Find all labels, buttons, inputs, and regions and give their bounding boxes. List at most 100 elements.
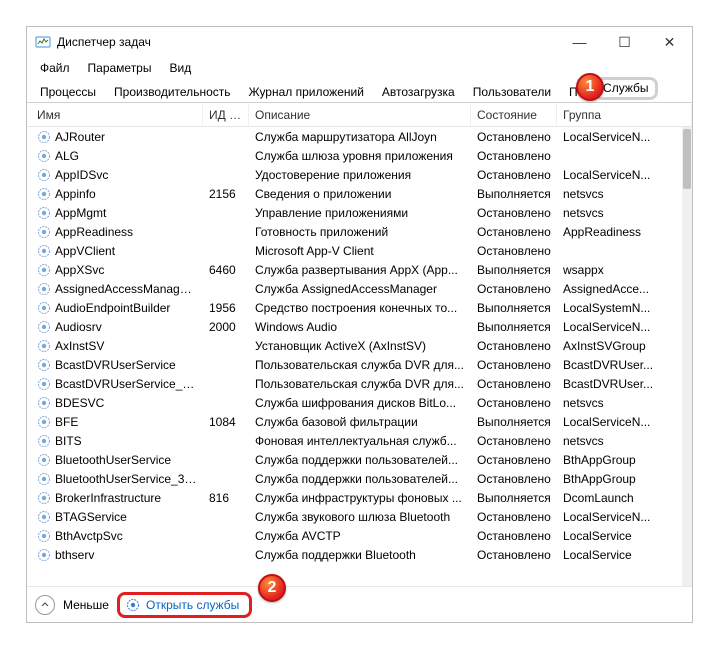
close-button[interactable]: ✕ [647, 27, 692, 57]
col-name[interactable]: Имя [31, 104, 203, 126]
table-row[interactable]: BFE1084Служба базовой фильтрацииВыполняе… [31, 412, 682, 431]
service-state: Выполняется [471, 415, 557, 429]
table-row[interactable]: BcastDVRUserService_34751Пользовательска… [31, 374, 682, 393]
table-row[interactable]: AppXSvc6460Служба развертывания AppX (Ap… [31, 260, 682, 279]
fewer-details-label[interactable]: Меньше [63, 598, 109, 612]
gear-icon [37, 339, 51, 353]
service-group: DcomLaunch [557, 491, 682, 505]
col-group[interactable]: Группа [557, 104, 692, 126]
table-row[interactable]: AppMgmtУправление приложениямиОстановлен… [31, 203, 682, 222]
service-state: Остановлено [471, 510, 557, 524]
service-name: AxInstSV [55, 339, 104, 353]
service-name: BluetoothUserService [55, 453, 171, 467]
table-row[interactable]: Audiosrv2000Windows AudioВыполняетсяLoca… [31, 317, 682, 336]
service-desc: Microsoft App-V Client [249, 244, 471, 258]
table-row[interactable]: BITSФоновая интеллектуальная служб...Ост… [31, 431, 682, 450]
task-manager-window: Диспетчер задач — ☐ ✕ Файл Параметры Вид… [26, 26, 693, 623]
service-group: AppReadiness [557, 225, 682, 239]
service-state: Остановлено [471, 377, 557, 391]
service-state: Выполняется [471, 491, 557, 505]
service-name: BcastDVRUserService_34751 [55, 377, 203, 391]
service-name: BDESVC [55, 396, 104, 410]
service-group: BthAppGroup [557, 453, 682, 467]
table-row[interactable]: AJRouterСлужба маршрутизатора AllJoynОст… [31, 127, 682, 146]
service-desc: Готовность приложений [249, 225, 471, 239]
table-row[interactable]: BluetoothUserService Служба поддержки пол… [31, 450, 682, 469]
service-name: Audiosrv [55, 320, 102, 334]
tab-performance[interactable]: Производительность [105, 80, 239, 103]
table-row[interactable]: AppIDSvcУдостоверение приложенияОстановл… [31, 165, 682, 184]
service-pid: 6460 [203, 263, 249, 277]
service-desc: Сведения о приложении [249, 187, 471, 201]
service-state: Остановлено [471, 358, 557, 372]
chevron-up-icon [41, 601, 49, 609]
table-row[interactable]: bthservСлужба поддержки BluetoothОстанов… [31, 545, 682, 564]
table-row[interactable]: BrokerInfrastructure816Служба инфраструк… [31, 488, 682, 507]
table-row[interactable]: BthAvctpSvcСлужба AVCTPОстановленоLocalS… [31, 526, 682, 545]
table-row[interactable]: BluetoothUserService_34751Служба поддерж… [31, 469, 682, 488]
menu-file[interactable]: Файл [31, 58, 79, 78]
maximize-button[interactable]: ☐ [602, 27, 647, 57]
service-desc: Служба маршрутизатора AllJoyn [249, 130, 471, 144]
table-row[interactable]: AppVClientMicrosoft App-V ClientОстановл… [31, 241, 682, 260]
service-name: BTAGService [55, 510, 127, 524]
service-group: LocalServiceN... [557, 510, 682, 524]
gear-icon [37, 548, 51, 562]
service-state: Остановлено [471, 434, 557, 448]
service-group: LocalServiceN... [557, 320, 682, 334]
service-group: netsvcs [557, 434, 682, 448]
service-name: AudioEndpointBuilder [55, 301, 170, 315]
table-row[interactable]: ALGСлужба шлюза уровня приложенияОстанов… [31, 146, 682, 165]
col-desc[interactable]: Описание [249, 104, 471, 126]
tab-startup[interactable]: Автозагрузка [373, 80, 464, 103]
table-row[interactable]: AudioEndpointBuilder1956Средство построе… [31, 298, 682, 317]
gear-icon [37, 396, 51, 410]
table-row[interactable]: BcastDVRUserServiceПользовательская служ… [31, 355, 682, 374]
service-group: BcastDVRUser... [557, 377, 682, 391]
service-name: Appinfo [55, 187, 96, 201]
service-desc: Служба инфраструктуры фоновых ... [249, 491, 471, 505]
service-group: BcastDVRUser... [557, 358, 682, 372]
service-pid: 2156 [203, 187, 249, 201]
service-name: BluetoothUserService_34751 [55, 472, 203, 486]
table-row[interactable]: AssignedAccessManagerSvc Служба AssignedA… [31, 279, 682, 298]
service-group: LocalService [557, 529, 682, 543]
open-services-link[interactable]: Открыть службы [117, 592, 252, 618]
column-headers: Имя ИД п... Описание Состояние Группа [27, 103, 692, 127]
menu-view[interactable]: Вид [160, 58, 200, 78]
table-row[interactable]: BDESVCСлужба шифрования дисков BitLo...О… [31, 393, 682, 412]
col-state[interactable]: Состояние [471, 104, 557, 126]
scroll-thumb[interactable] [683, 129, 691, 189]
table-row[interactable]: AppReadinessГотовность приложенийОстанов… [31, 222, 682, 241]
gear-icon [37, 301, 51, 315]
service-desc: Служба поддержки пользователей... [249, 453, 471, 467]
gear-icon [37, 320, 51, 334]
service-state: Остановлено [471, 244, 557, 258]
table-row[interactable]: BTAGService Служба звукового шлюза Blueto… [31, 507, 682, 526]
service-name: AssignedAccessManagerSvc [55, 282, 203, 296]
menu-options[interactable]: Параметры [79, 58, 161, 78]
col-pid[interactable]: ИД п... [203, 104, 249, 126]
table-row[interactable]: AxInstSVУстановщик ActiveX (AxInstSV)Ост… [31, 336, 682, 355]
service-name: BthAvctpSvc [55, 529, 123, 543]
minimize-button[interactable]: — [557, 27, 602, 57]
service-name: BrokerInfrastructure [55, 491, 161, 505]
service-group: wsappx [557, 263, 682, 277]
service-desc: Служба AssignedAccessManager [249, 282, 471, 296]
collapse-button[interactable] [35, 595, 55, 615]
gear-icon [37, 434, 51, 448]
gear-icon [37, 206, 51, 220]
service-desc: Служба звукового шлюза Bluetooth [249, 510, 471, 524]
service-group: netsvcs [557, 396, 682, 410]
vertical-scrollbar[interactable] [682, 127, 692, 586]
gear-icon [37, 149, 51, 163]
gear-icon [37, 510, 51, 524]
service-name: ALG [55, 149, 79, 163]
gear-icon [37, 472, 51, 486]
service-group: LocalServiceN... [557, 130, 682, 144]
service-state: Остановлено [471, 339, 557, 353]
table-row[interactable]: Appinfo2156Сведения о приложенииВыполняе… [31, 184, 682, 203]
tab-users[interactable]: Пользователи [464, 80, 560, 103]
tab-app-history[interactable]: Журнал приложений [240, 80, 373, 103]
tab-processes[interactable]: Процессы [31, 80, 105, 103]
